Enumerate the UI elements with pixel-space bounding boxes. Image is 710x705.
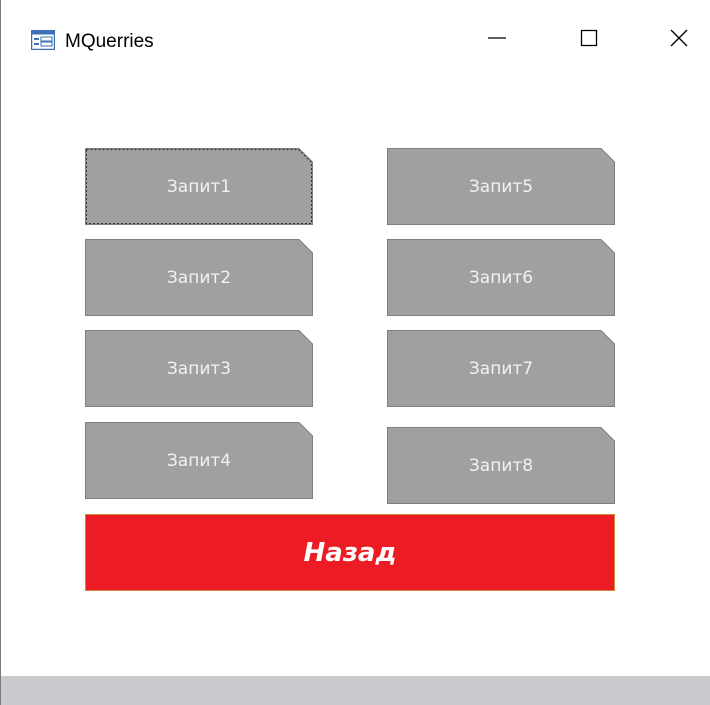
query2-label: Запит2 — [166, 267, 232, 288]
form-icon — [30, 29, 56, 51]
query6-label: Запит6 — [468, 267, 534, 288]
query5-label: Запит5 — [468, 176, 534, 197]
query8-label: Запит8 — [468, 455, 534, 476]
query4-button[interactable]: Запит4 — [85, 422, 313, 499]
query7-label: Запит7 — [468, 358, 534, 379]
query6-button[interactable]: Запит6 — [387, 239, 615, 316]
query1-button[interactable]: Запит1 — [85, 148, 313, 225]
query3-button[interactable]: Запит3 — [85, 330, 313, 407]
close-icon — [669, 28, 689, 53]
maximize-icon — [579, 28, 599, 53]
window-title: MQuerries — [65, 31, 154, 52]
back-button[interactable]: Назад — [85, 514, 615, 591]
query7-button[interactable]: Запит7 — [387, 330, 615, 407]
minimize-icon — [487, 28, 507, 53]
query5-button[interactable]: Запит5 — [387, 148, 615, 225]
query1-label: Запит1 — [166, 176, 232, 197]
query3-label: Запит3 — [166, 358, 232, 379]
app-window: MQuerries Запит1 Запит2 Запит3 Запит4 За… — [0, 0, 710, 705]
query2-button[interactable]: Запит2 — [85, 239, 313, 316]
maximize-button[interactable] — [567, 22, 611, 58]
title-bar[interactable]: MQuerries — [1, 0, 710, 88]
status-bar — [1, 676, 710, 705]
query4-label: Запит4 — [166, 450, 232, 471]
minimize-button[interactable] — [475, 22, 519, 58]
query8-button[interactable]: Запит8 — [387, 427, 615, 504]
close-button[interactable] — [657, 22, 701, 58]
back-label: Назад — [303, 537, 397, 568]
